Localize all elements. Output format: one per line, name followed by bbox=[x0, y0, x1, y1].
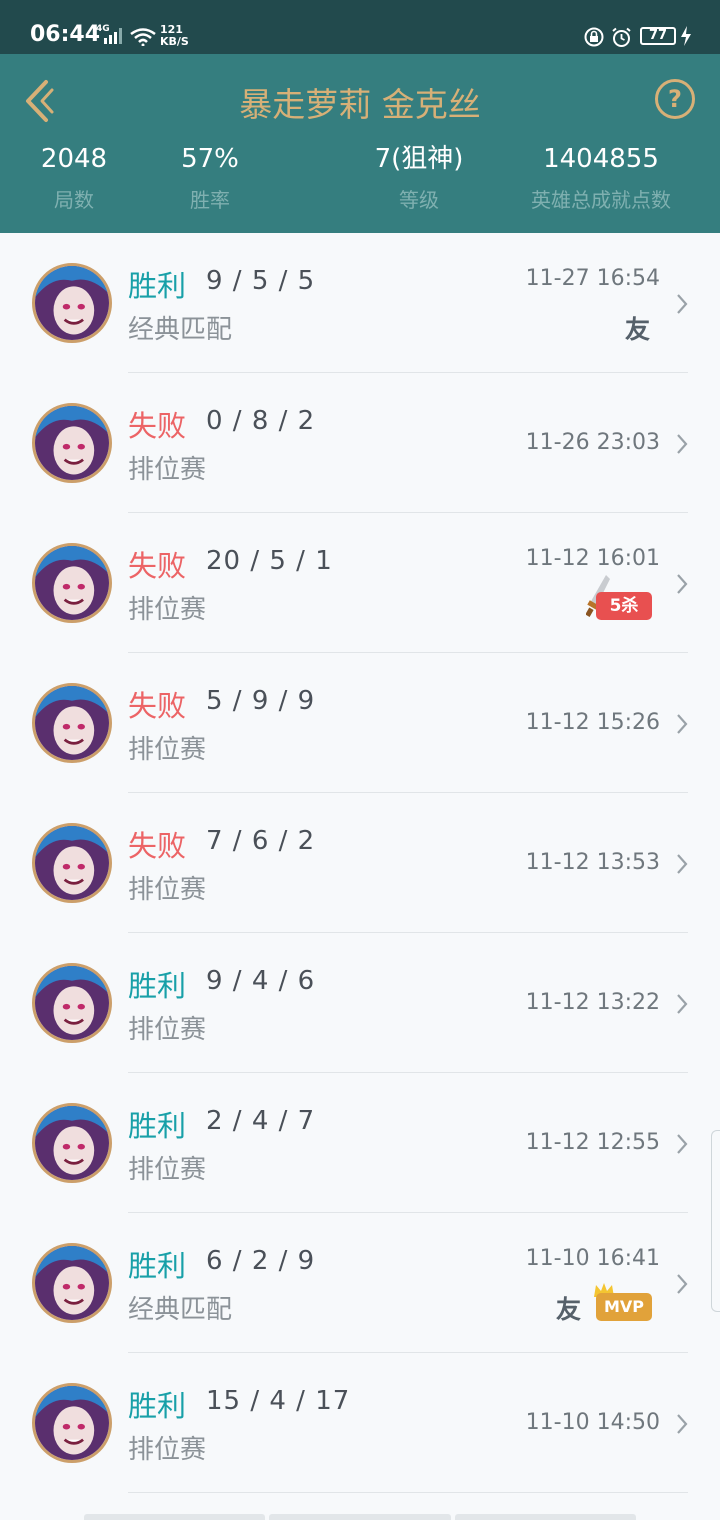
chevron-right-icon bbox=[677, 434, 688, 454]
match-kda: 0 / 8 / 2 bbox=[206, 406, 316, 436]
champion-avatar bbox=[32, 683, 112, 763]
stat-level: 7(狙神) 等级 bbox=[374, 144, 464, 212]
match-row[interactable]: 胜利 9 / 4 / 6 排位赛 11-12 13:22 bbox=[0, 933, 720, 1073]
chevron-right-icon bbox=[677, 574, 688, 594]
chevron-right-icon bbox=[677, 1274, 688, 1294]
match-date: 11-12 16:01 bbox=[525, 546, 660, 571]
champion-avatar bbox=[32, 1243, 112, 1323]
match-mode: 排位赛 bbox=[128, 1435, 207, 1465]
champion-header: 暴走萝莉 金克丝 ? 2048 局数 57% 胜率 7(狙神) 等级 14048… bbox=[0, 54, 720, 233]
match-date: 11-12 15:26 bbox=[525, 710, 660, 735]
help-button[interactable]: ? bbox=[655, 79, 695, 119]
champion-avatar bbox=[32, 1383, 112, 1463]
wifi-icon bbox=[130, 28, 156, 46]
chevron-right-icon bbox=[677, 854, 688, 874]
match-kda: 9 / 4 / 6 bbox=[206, 966, 316, 996]
match-mode: 排位赛 bbox=[128, 595, 207, 625]
friend-badge: 友 bbox=[556, 1295, 582, 1324]
match-result: 失败 bbox=[128, 829, 187, 863]
match-result: 胜利 bbox=[128, 1389, 187, 1423]
network-speed: 121 KB/S bbox=[160, 23, 189, 48]
match-kda: 9 / 5 / 5 bbox=[206, 266, 316, 296]
bottom-tab[interactable] bbox=[454, 1514, 636, 1520]
champion-avatar bbox=[32, 543, 112, 623]
lock-icon bbox=[584, 27, 604, 47]
match-mode: 排位赛 bbox=[128, 1015, 207, 1045]
match-date: 11-12 12:55 bbox=[525, 1130, 660, 1155]
match-row[interactable]: 胜利 2 / 4 / 7 排位赛 11-12 12:55 bbox=[0, 1073, 720, 1213]
chevron-right-icon bbox=[677, 294, 688, 314]
match-result: 胜利 bbox=[128, 1109, 187, 1143]
status-bar: 06:44 4G 121 KB/S 77 bbox=[0, 0, 720, 54]
stat-winrate: 57% 胜率 bbox=[181, 144, 239, 212]
match-result: 胜利 bbox=[128, 969, 187, 1003]
scroll-handle[interactable] bbox=[711, 1130, 720, 1312]
champion-avatar bbox=[32, 403, 112, 483]
match-row[interactable]: 失败 7 / 6 / 2 排位赛 11-12 13:53 bbox=[0, 793, 720, 933]
champion-avatar bbox=[32, 963, 112, 1043]
match-kda: 20 / 5 / 1 bbox=[206, 546, 333, 576]
match-result: 胜利 bbox=[128, 269, 187, 303]
battery-icon: 77 bbox=[640, 27, 676, 45]
match-result: 失败 bbox=[128, 409, 187, 443]
chevron-right-icon bbox=[677, 1414, 688, 1434]
chevron-right-icon bbox=[677, 714, 688, 734]
status-time: 06:44 bbox=[30, 22, 101, 47]
mvp-badge: MVP bbox=[596, 1293, 652, 1321]
charging-icon bbox=[681, 26, 691, 46]
match-result: 失败 bbox=[128, 549, 187, 583]
match-row[interactable]: 失败 5 / 9 / 9 排位赛 11-12 15:26 bbox=[0, 653, 720, 793]
chevron-right-icon bbox=[677, 994, 688, 1014]
bottom-tab-bar bbox=[84, 1514, 636, 1520]
match-kda: 15 / 4 / 17 bbox=[206, 1386, 351, 1416]
match-mode: 排位赛 bbox=[128, 875, 207, 905]
alarm-icon bbox=[612, 27, 631, 47]
penta-kill-badge: 5杀 bbox=[596, 592, 652, 620]
signal-icon bbox=[104, 28, 122, 44]
stat-achievement-points: 1404855 英雄总成就点数 bbox=[531, 144, 671, 212]
match-kda: 5 / 9 / 9 bbox=[206, 686, 316, 716]
divider bbox=[128, 1492, 688, 1493]
match-date: 11-12 13:22 bbox=[525, 990, 660, 1015]
champion-avatar bbox=[32, 823, 112, 903]
bottom-tab[interactable] bbox=[269, 1514, 451, 1520]
champion-avatar bbox=[32, 1103, 112, 1183]
chevron-right-icon bbox=[677, 1134, 688, 1154]
match-row[interactable]: 失败 0 / 8 / 2 排位赛 11-26 23:03 bbox=[0, 373, 720, 513]
match-mode: 经典匹配 bbox=[128, 315, 233, 345]
match-kda: 6 / 2 / 9 bbox=[206, 1246, 316, 1276]
match-result: 胜利 bbox=[128, 1249, 187, 1283]
bottom-tab[interactable] bbox=[84, 1514, 266, 1520]
match-date: 11-10 14:50 bbox=[525, 1410, 660, 1435]
match-result: 失败 bbox=[128, 689, 187, 723]
page-title: 暴走萝莉 金克丝 bbox=[239, 85, 481, 124]
match-row[interactable]: 胜利 9 / 5 / 5 经典匹配 11-27 16:54 友 bbox=[0, 233, 720, 373]
match-date: 11-12 13:53 bbox=[525, 850, 660, 875]
match-mode: 经典匹配 bbox=[128, 1295, 233, 1325]
match-kda: 2 / 4 / 7 bbox=[206, 1106, 316, 1136]
match-row[interactable]: 胜利 15 / 4 / 17 排位赛 11-10 14:50 bbox=[0, 1353, 720, 1493]
friend-badge: 友 bbox=[625, 315, 651, 344]
match-mode: 排位赛 bbox=[128, 1155, 207, 1185]
match-date: 11-10 16:41 bbox=[525, 1246, 660, 1271]
match-date: 11-27 16:54 bbox=[525, 266, 660, 291]
match-mode: 排位赛 bbox=[128, 735, 207, 765]
match-date: 11-26 23:03 bbox=[525, 430, 660, 455]
match-mode: 排位赛 bbox=[128, 455, 207, 485]
match-kda: 7 / 6 / 2 bbox=[206, 826, 316, 856]
champion-avatar bbox=[32, 263, 112, 343]
